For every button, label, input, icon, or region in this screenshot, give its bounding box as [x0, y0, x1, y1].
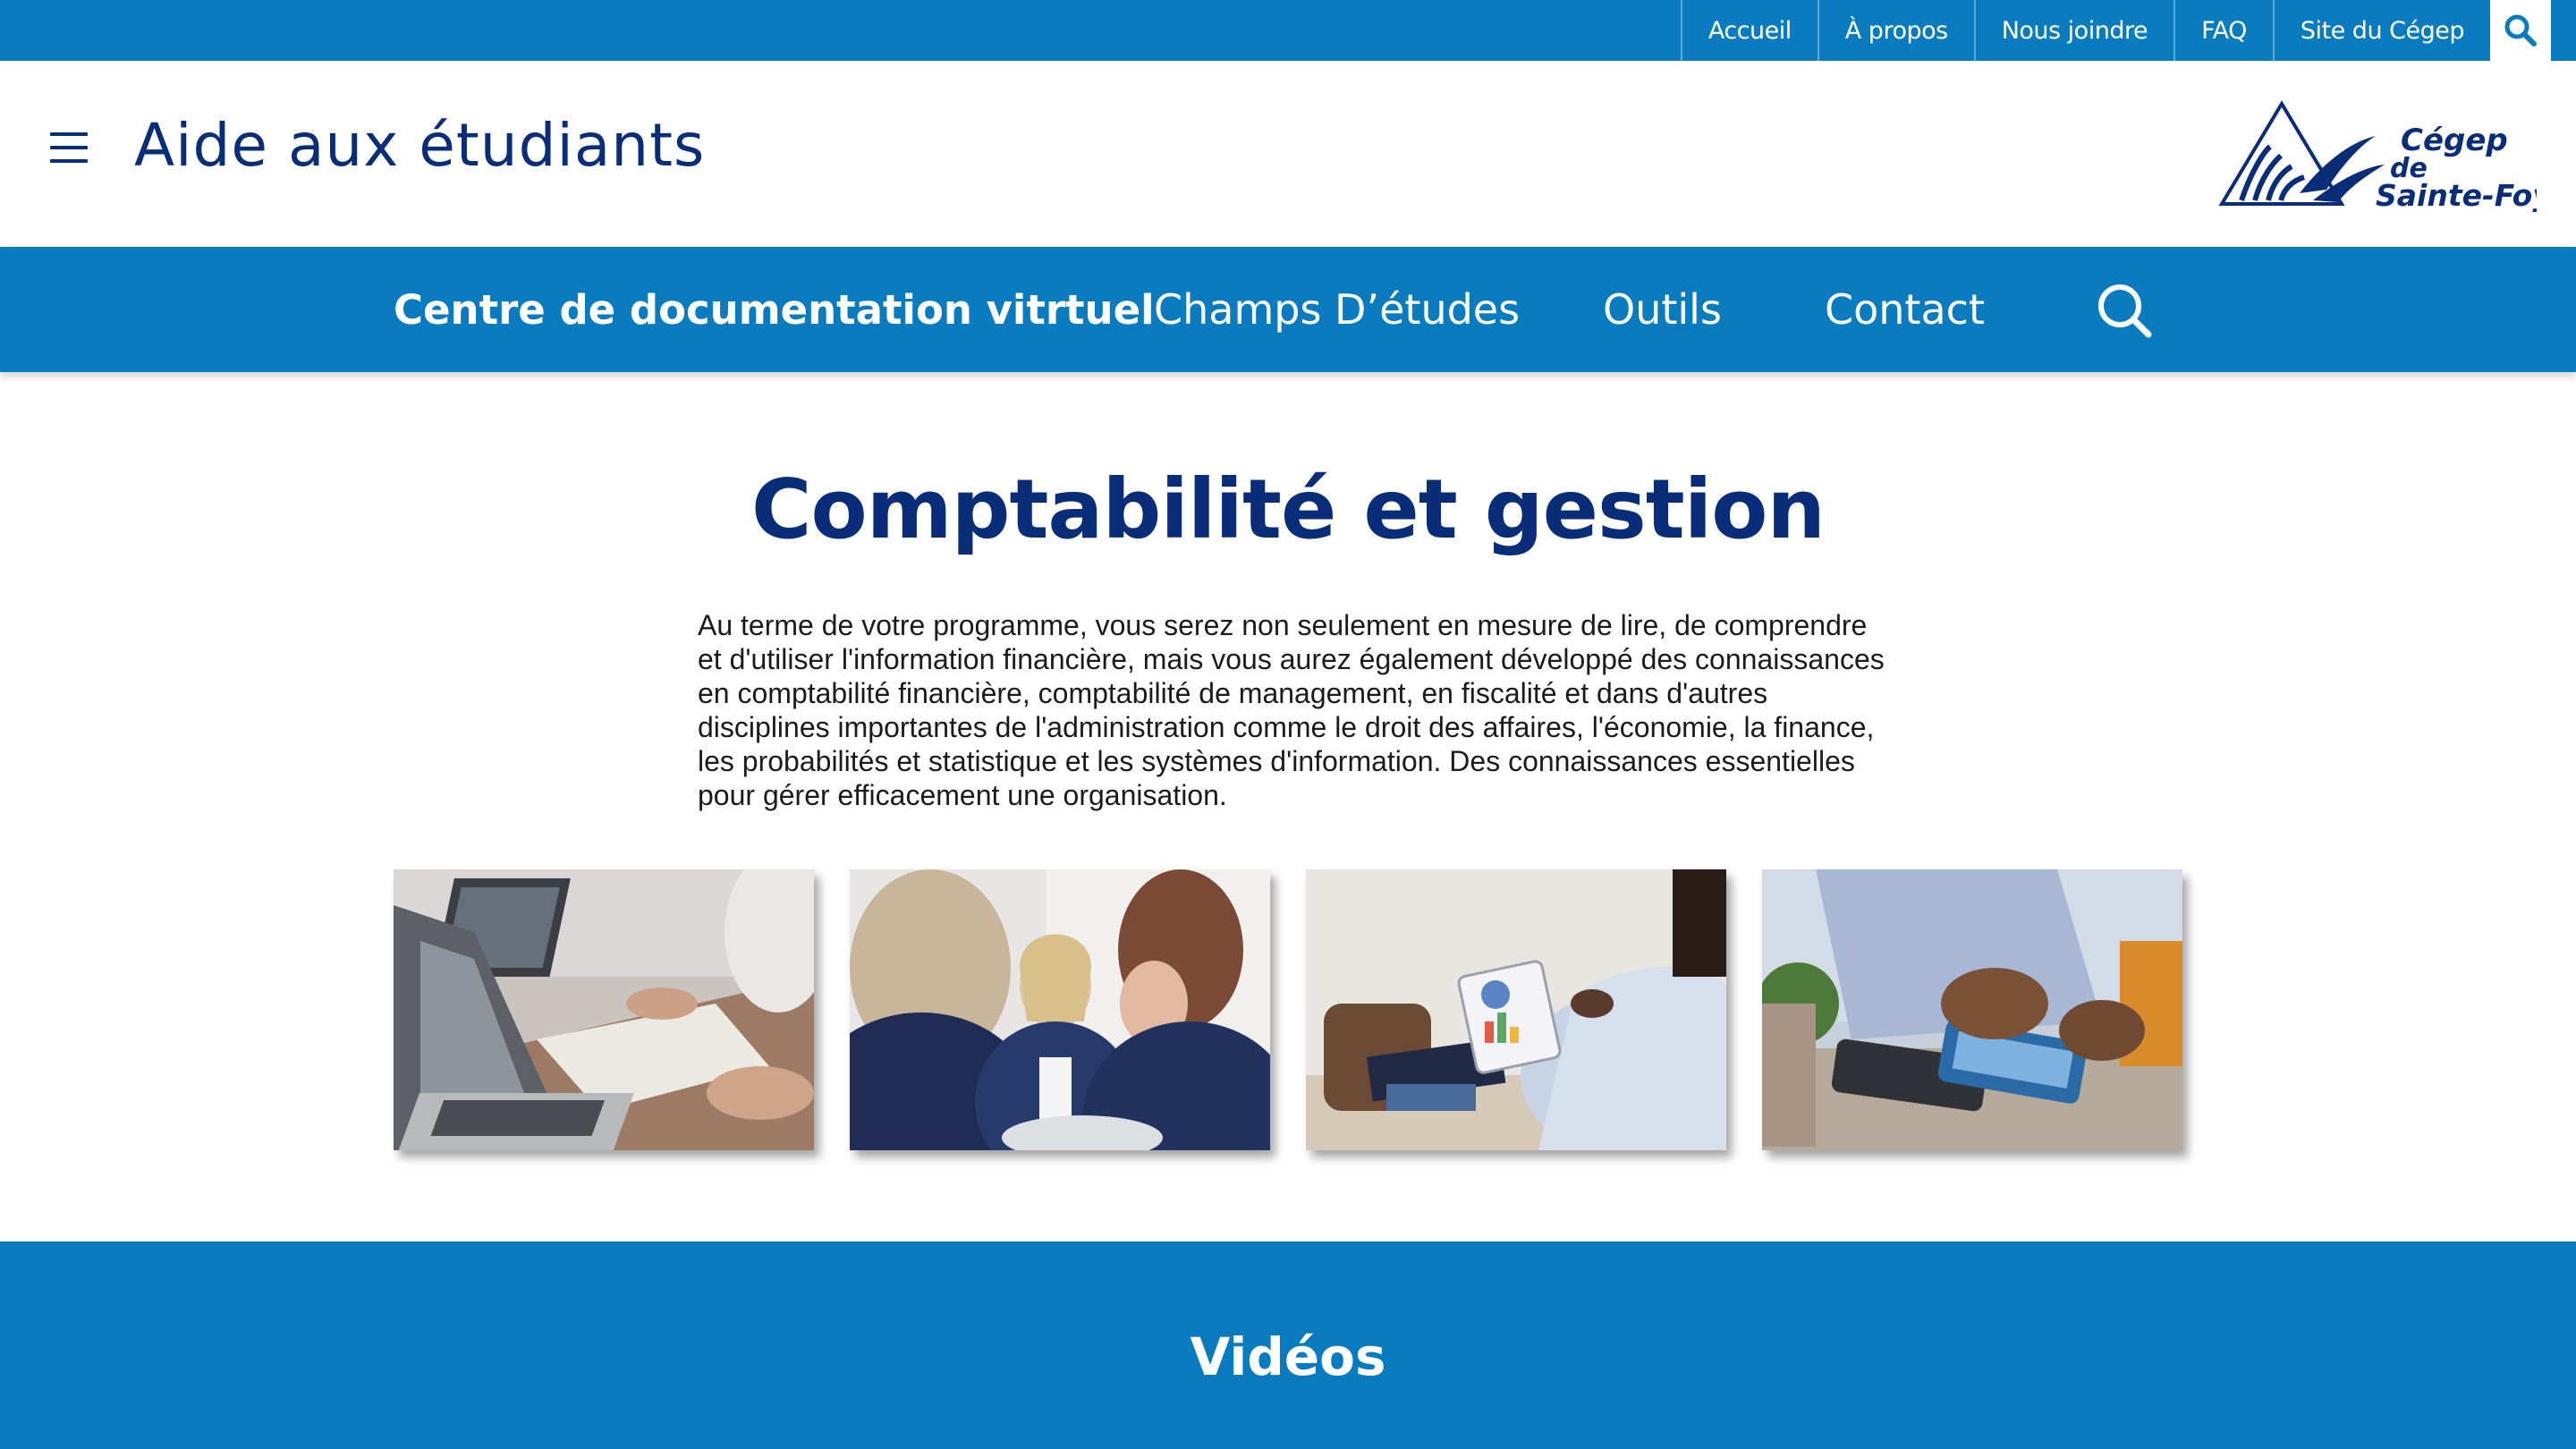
- nav-item-outils[interactable]: Outils: [1603, 247, 1722, 372]
- utility-link-nous-joindre[interactable]: Nous joindre: [1973, 0, 2174, 61]
- utility-link-accueil[interactable]: Accueil: [1680, 0, 1818, 61]
- business-meeting-photo: [850, 869, 1270, 1150]
- utility-link-faq[interactable]: FAQ: [2174, 0, 2273, 61]
- tablet-charts-photo: [1306, 869, 1726, 1150]
- search-icon: [2098, 284, 2152, 338]
- site-header: Aide aux étudiants Cégep de Sainte-Foy: [0, 61, 2576, 247]
- gallery-image-tablet-charts[interactable]: [1306, 869, 1726, 1150]
- calculator-photo: [1762, 869, 2182, 1150]
- cegep-logo[interactable]: Cégep de Sainte-Foy: [2215, 93, 2553, 227]
- nav-item-champs-etudes[interactable]: Champs D’études: [1154, 247, 1520, 372]
- gallery-image-business-meeting[interactable]: [850, 869, 1270, 1150]
- gallery-image-laptops-paperwork[interactable]: [394, 869, 814, 1150]
- gallery-image-calculator[interactable]: [1762, 869, 2182, 1150]
- laptops-paperwork-photo: [394, 869, 814, 1150]
- logo-text-sainte-foy: Sainte-Foy: [2376, 178, 2537, 213]
- videos-title: Vidéos: [1190, 1326, 1386, 1387]
- utility-search-button[interactable]: [2490, 0, 2551, 61]
- nav-search-button[interactable]: [2093, 279, 2156, 342]
- utility-links: Accueil À propos Nous joindre FAQ Site d…: [1680, 0, 2576, 61]
- page-title: Comptabilité et gestion: [751, 462, 1826, 557]
- site-title: Aide aux étudiants: [134, 111, 706, 180]
- utility-link-a-propos[interactable]: À propos: [1817, 0, 1974, 61]
- videos-section: Vidéos: [0, 1241, 2576, 1449]
- nav-item-contact[interactable]: Contact: [1825, 247, 1985, 372]
- intro-paragraph: Au terme de votre programme, vous serez …: [698, 609, 1885, 811]
- top-utility-bar: Accueil À propos Nous joindre FAQ Site d…: [0, 0, 2576, 61]
- main-navigation: Centre de documentation vitrtuel Champs …: [0, 247, 2576, 372]
- utility-link-site-du-cegep[interactable]: Site du Cégep: [2272, 0, 2490, 61]
- search-icon: [2504, 14, 2537, 47]
- nav-item-centre-documentation[interactable]: Centre de documentation vitrtuel: [394, 247, 1155, 372]
- hamburger-menu-icon[interactable]: [50, 132, 88, 168]
